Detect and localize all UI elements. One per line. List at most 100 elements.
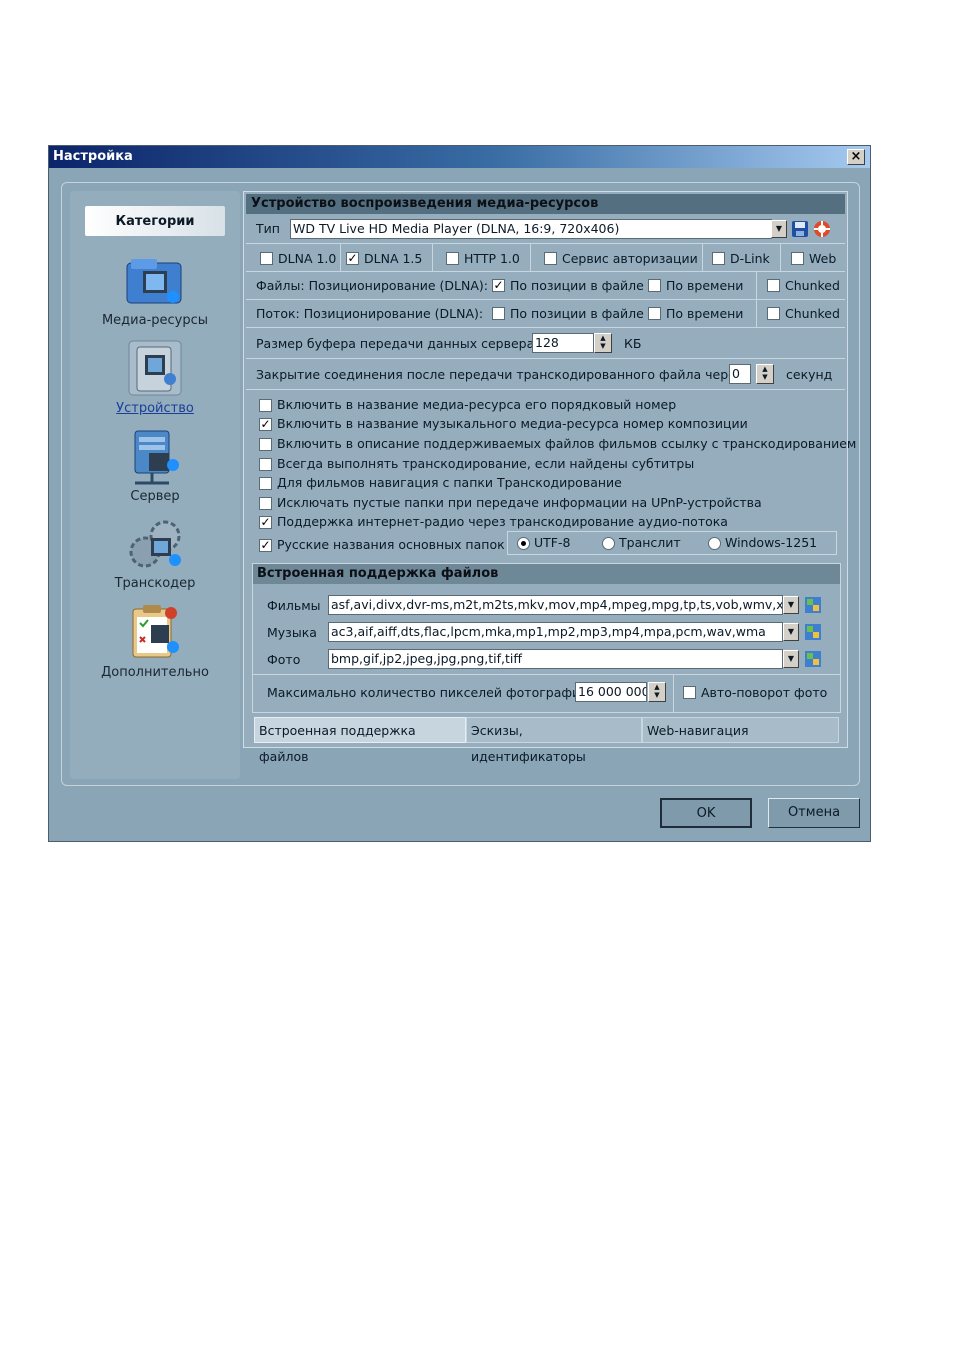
media-resources-icon [126,259,182,304]
sidebar-item-label: Медиа-ресурсы [101,313,209,328]
files-by-position-checkbox[interactable]: ✓ [492,279,505,292]
lifebuoy-icon[interactable] [813,220,831,238]
auth-service-checkbox[interactable] [544,252,557,265]
edit-list-icon[interactable] [804,650,822,668]
tab-web-navigation[interactable]: Web-навигация [642,717,839,743]
max-pixels-input[interactable]: 16 000 000 [575,682,647,702]
web-checkbox[interactable] [791,252,804,265]
option-label: Исключать пустые папки при передаче инфо… [277,495,762,510]
files-positioning-row: Файлы: Позиционирование (DLNA): ✓ По поз… [246,272,845,300]
device-icon [128,340,182,396]
movies-label: Фильмы [267,598,321,613]
type-label: Тип [256,221,280,236]
sidebar-item-additional[interactable]: Дополнительно [78,603,232,680]
russian-names-checkbox[interactable]: ✓ [259,539,272,552]
categories-header: Категории [85,206,225,236]
divider [756,300,757,327]
windows1251-radio[interactable] [708,537,721,550]
close-connection-unit: секунд [786,367,833,382]
stream-positioning-label: Поток: Позиционирование (DLNA): [256,306,484,321]
window-title: Настройка [53,149,133,164]
web-label: Web [809,251,837,266]
edit-list-icon[interactable] [804,596,822,614]
option-checkbox[interactable] [259,458,272,471]
music-extensions-input[interactable]: ac3,aif,aiff,dts,flac,lpcm,mka,mp1,mp2,m… [328,622,783,642]
divider [253,674,840,675]
divider [530,244,531,271]
option-checkbox[interactable]: ✓ [259,418,272,431]
dlna15-checkbox[interactable]: ✓ [346,252,359,265]
stream-positioning-row: Поток: Позиционирование (DLNA): По позиц… [246,300,845,328]
stream-by-time-checkbox[interactable] [648,307,661,320]
files-chunked-checkbox[interactable] [767,279,780,292]
option-checkbox[interactable] [259,497,272,510]
close-button[interactable]: × [847,149,865,165]
device-settings-panel: Устройство воспроизведения медиа-ресурсо… [243,191,856,764]
sidebar-item-label: Устройство [116,401,194,416]
option-checkbox[interactable] [259,438,272,451]
divider [702,244,703,271]
sidebar-item-device[interactable]: Устройство [78,339,232,416]
cancel-button[interactable]: Отмена [768,798,860,828]
option-checkbox[interactable]: ✓ [259,516,272,529]
additional-icon [132,605,179,658]
option-label: Поддержка интернет-радио через транскоди… [277,514,728,529]
check-icon: ✓ [347,251,358,265]
http10-checkbox[interactable] [446,252,459,265]
dlna10-checkbox[interactable] [260,252,273,265]
translit-radio[interactable] [602,537,615,550]
movies-dropdown-button[interactable]: ▼ [783,596,799,614]
sidebar-item-media-resources[interactable]: Медиа-ресурсы [78,253,232,328]
content-frame: Категории Медиа-ресурсы Устройство Серве… [61,182,860,786]
close-connection-spinner[interactable]: ▲ ▼ [756,364,774,384]
sidebar-item-transcoder[interactable]: Транскодер [78,516,232,591]
music-dropdown-button[interactable]: ▼ [783,623,799,641]
buffer-spinner[interactable]: ▲ ▼ [594,333,612,353]
stream-chunked-checkbox[interactable] [767,307,780,320]
stream-by-position-checkbox[interactable] [492,307,505,320]
max-pixels-label: Максимально количество пикселей фотограф… [267,685,589,700]
save-icon[interactable] [791,220,809,238]
check-icon: ✓ [493,278,504,292]
divider [432,244,433,271]
type-select[interactable]: WD TV Live HD Media Player (DLNA, 16:9, … [290,219,772,239]
type-dropdown-button[interactable]: ▼ [771,220,787,238]
stream-by-time-label: По времени [666,306,744,321]
sidebar-item-label: Транскодер [114,576,196,591]
close-connection-row: Закрытие соединения после передачи транс… [246,359,845,390]
buffer-input[interactable]: 128 [532,333,594,353]
buffer-label: Размер буфера передачи данных сервера [256,336,535,351]
movies-extensions-input[interactable]: asf,avi,divx,dvr-ms,m2t,m2ts,mkv,mov,mp4… [328,595,783,615]
ok-button[interactable]: OK [660,798,752,828]
stream-chunked-label: Chunked [785,306,840,321]
sidebar-item-server[interactable]: Сервер [78,429,232,504]
max-pixels-spinner[interactable]: ▲ ▼ [648,682,666,702]
dlink-checkbox[interactable] [712,252,725,265]
dlna15-label: DLNA 1.5 [364,251,423,266]
tab-thumbnails-ids[interactable]: Эскизы, идентификаторы [466,717,642,764]
http10-label: HTTP 1.0 [464,251,520,266]
option-checkbox[interactable] [259,399,272,412]
utf8-label: UTF-8 [534,535,571,550]
buffer-unit: КБ [624,336,642,351]
utf8-radio[interactable] [517,537,530,550]
option-label: Включить в описание поддерживаемых файло… [277,436,857,451]
title-bar[interactable]: Настройка × [49,146,870,168]
autorotate-checkbox[interactable] [683,686,696,699]
translit-label: Транслит [619,535,681,550]
sidebar-item-label: Дополнительно [101,665,209,680]
category-panel: Категории Медиа-ресурсы Устройство Серве… [70,191,240,779]
photo-dropdown-button[interactable]: ▼ [783,650,799,668]
photo-extensions-input[interactable]: bmp,gif,jp2,jpeg,jpg,png,tif,tiff [328,649,783,669]
option-label: Всегда выполнять транскодирование, если … [277,456,695,471]
check-icon: ✓ [260,515,271,529]
tab-builtin-support[interactable]: Встроенная поддержка файлов [254,717,466,764]
builtin-support-group: Встроенная поддержка файлов Фильмы asf,a… [252,563,841,713]
russian-names-label: Русские названия основных папок [277,537,505,552]
close-connection-input[interactable]: 0 [729,364,751,384]
files-by-time-checkbox[interactable] [648,279,661,292]
check-icon: ✓ [260,417,271,431]
edit-list-icon[interactable] [804,623,822,641]
option-checkbox[interactable] [259,477,272,490]
settings-dialog: Настройка × Категории Медиа-ресурсы Устр… [48,145,871,842]
